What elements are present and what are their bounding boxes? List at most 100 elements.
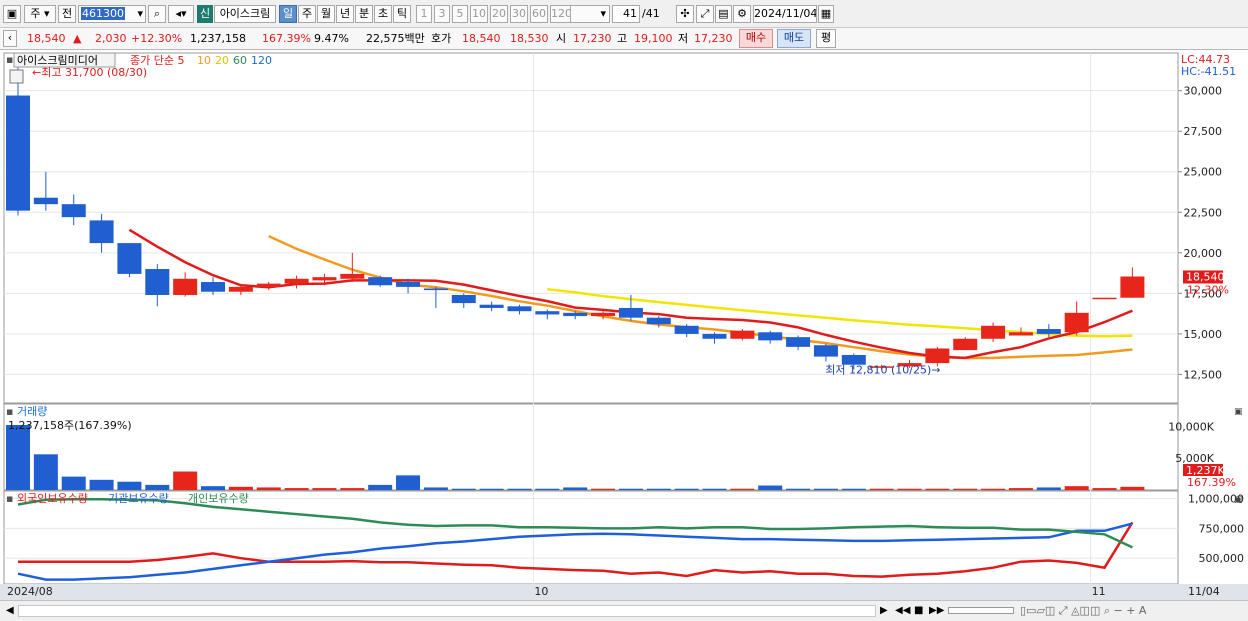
window-menu-icon[interactable]: ▣ <box>3 5 21 23</box>
horizontal-scrollbar[interactable] <box>18 605 876 617</box>
open-label: 시 <box>556 32 567 45</box>
price-change-pct: +12.30% <box>131 32 183 45</box>
period-button-3[interactable]: 년 <box>336 5 354 23</box>
search-icon[interactable]: ⌕ <box>148 5 166 23</box>
count-input[interactable]: 41 <box>612 5 640 23</box>
stock-chart[interactable]: 12,50015,00017,50020,00022,50025,00027,5… <box>0 50 1248 600</box>
interval-button-5[interactable]: 5 <box>452 5 468 23</box>
low-label: 저 <box>678 32 689 45</box>
interval-button-1[interactable]: 1 <box>416 5 432 23</box>
zoom-slider[interactable] <box>948 607 1014 614</box>
candle-body <box>563 312 588 317</box>
volume-bar <box>61 476 86 490</box>
interval-button-10[interactable]: 10 <box>470 5 488 23</box>
volume-bar <box>563 487 588 490</box>
candle-body <box>1036 329 1061 334</box>
volume-bar <box>841 488 866 490</box>
speaker-icon[interactable]: ◂▾ <box>168 5 194 23</box>
price-tick-label: 22,500 <box>1184 206 1223 219</box>
ask-label: 호가 <box>431 32 452 45</box>
gear-icon[interactable]: ⚙ <box>733 5 751 23</box>
ma-legend-3: 60 <box>233 54 247 67</box>
candle-body <box>1008 332 1033 336</box>
date-input[interactable]: 2024/11/04 <box>753 5 817 23</box>
eval-button[interactable]: 평 <box>816 29 836 48</box>
volume-bar <box>33 454 58 490</box>
volume-bar <box>396 475 421 490</box>
period-button-5[interactable]: 초 <box>374 5 392 23</box>
volume-bar <box>256 487 281 490</box>
stock-code-value: 461300 <box>81 7 125 20</box>
pane-menu-icon: ▪ <box>6 53 13 66</box>
candle-body <box>535 311 560 315</box>
volume-bar <box>173 471 198 490</box>
candle-body <box>61 204 86 218</box>
sell-button[interactable]: 매도 <box>777 29 811 48</box>
x-tick-label: 11 <box>1092 585 1106 598</box>
interval-button-3[interactable]: 3 <box>434 5 450 23</box>
candle-body <box>145 269 170 295</box>
volume-bar <box>312 488 337 490</box>
price-change: 2,030 <box>95 32 127 45</box>
prev-button[interactable]: 전 <box>58 5 76 23</box>
interval-button-30[interactable]: 30 <box>510 5 528 23</box>
scroll-left-icon[interactable]: ◀ <box>6 604 14 618</box>
stock-code-input[interactable]: 461300 ▾ <box>78 5 146 23</box>
period-button-2[interactable]: 월 <box>317 5 335 23</box>
volume-bar <box>813 488 838 490</box>
interval-button-20[interactable]: 20 <box>490 5 508 23</box>
play-icon[interactable]: ▶ <box>880 604 888 618</box>
candle-body <box>758 332 783 341</box>
market-select[interactable]: 주 ▾ <box>24 5 56 23</box>
volume-bar <box>479 488 504 490</box>
chevron-down-icon: ▾ <box>600 7 606 20</box>
volume-bar <box>89 479 114 490</box>
draw-tool-icon[interactable]: ⤢ <box>696 5 714 23</box>
volume-bar <box>228 486 253 490</box>
supply-tick-label: 750,000 <box>1199 522 1245 535</box>
current-price: 18,540 <box>27 32 66 45</box>
price-tick-label: 27,500 <box>1184 125 1223 138</box>
fast-forward-icon[interactable]: ▶▶ <box>929 604 944 618</box>
candle-body <box>925 348 950 364</box>
candle-body <box>451 294 476 304</box>
chart-tools-icons[interactable]: ▯▭▱◫ ⤢ ◬◫◫ ⌕ − + A <box>1020 604 1146 618</box>
pane-close-icon: ▣ <box>1234 407 1243 417</box>
interval-button-120[interactable]: 120 <box>550 5 572 23</box>
volume-bar <box>758 485 783 490</box>
expand-icon[interactable]: ‹ <box>3 30 17 47</box>
period-button-4[interactable]: 분 <box>355 5 373 23</box>
rewind-icon[interactable]: ◀◀ <box>895 604 910 618</box>
price-tick-label: 12,500 <box>1184 368 1223 381</box>
market-select-value: 주 <box>30 7 41 20</box>
interval-select[interactable]: ▾ <box>570 5 610 23</box>
volume-title: 거래량 <box>17 405 47 418</box>
ask-price: 18,540 <box>462 32 501 45</box>
volume-bar <box>730 488 755 490</box>
bid-price: 18,530 <box>510 32 549 45</box>
stock-name-field[interactable]: 아이스크림 <box>214 5 276 23</box>
volume-bar <box>897 488 922 490</box>
period-button-0[interactable]: 일 <box>279 5 297 23</box>
interval-button-60[interactable]: 60 <box>530 5 548 23</box>
candle-body <box>953 338 978 351</box>
crosshair-icon[interactable]: ✣ <box>676 5 694 23</box>
save-icon[interactable]: ▤ <box>715 5 732 23</box>
stop-icon[interactable]: ■ <box>914 604 923 618</box>
period-button-6[interactable]: 틱 <box>393 5 411 23</box>
price-tick-label: 30,000 <box>1184 85 1223 98</box>
low-price: 17,230 <box>694 32 733 45</box>
volume-bar <box>1036 487 1061 490</box>
volume-bar <box>981 488 1006 490</box>
chevron-down-icon: ▾ <box>137 7 143 20</box>
calendar-icon[interactable]: ▦ <box>818 5 834 23</box>
volume-bar <box>674 488 699 490</box>
buy-button[interactable]: 매수 <box>739 29 773 48</box>
candle-body <box>368 277 393 286</box>
x-axis-bar <box>0 584 1248 600</box>
high-label: 고 <box>617 32 628 45</box>
price-tick-label: 20,000 <box>1184 247 1223 260</box>
candle-body <box>981 325 1006 339</box>
volume-bar <box>284 488 309 490</box>
period-button-1[interactable]: 주 <box>298 5 316 23</box>
